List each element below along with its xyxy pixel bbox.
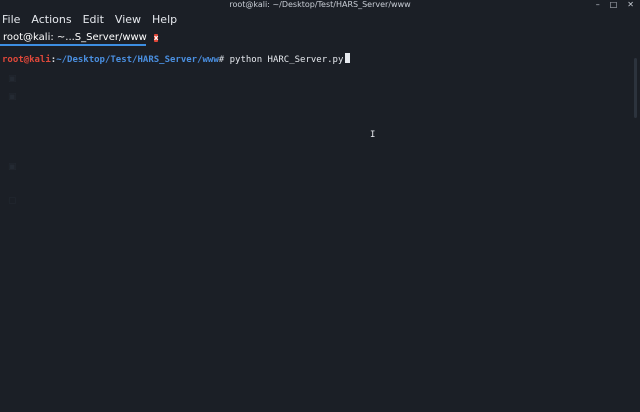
active-tab-indicator bbox=[0, 44, 146, 46]
maximize-icon[interactable]: □ bbox=[610, 0, 618, 9]
close-icon[interactable]: ✕ bbox=[627, 0, 634, 9]
minimize-icon[interactable]: – bbox=[596, 0, 600, 9]
window-controls: – □ ✕ bbox=[596, 0, 634, 9]
ghost-desktop-item: ▣ bbox=[8, 74, 17, 84]
menu-file[interactable]: File bbox=[2, 12, 20, 28]
text-cursor bbox=[345, 53, 351, 63]
menu-actions[interactable]: Actions bbox=[31, 12, 71, 28]
scrollbar-thumb[interactable] bbox=[634, 58, 637, 118]
terminal-output[interactable]: ▣ ▣ ▣ ▢ root@kali:~/Desktop/Test/HARS_Se… bbox=[0, 50, 640, 412]
ghost-desktop-item: ▢ bbox=[8, 196, 17, 206]
menu-edit[interactable]: Edit bbox=[83, 12, 104, 28]
menu-bar: File Actions Edit View Help bbox=[2, 12, 177, 28]
ghost-desktop-item: ▣ bbox=[8, 162, 17, 172]
ghost-desktop-item: ▣ bbox=[8, 92, 17, 102]
terminal-tab[interactable]: root@kali: ~...S_Server/www x bbox=[0, 30, 159, 45]
command-text: python HARC_Server.py bbox=[229, 55, 344, 65]
command-line: root@kali:~/Desktop/Test/HARS_Server/www… bbox=[2, 53, 351, 65]
menu-view[interactable]: View bbox=[115, 12, 141, 28]
prompt-symbol: # bbox=[218, 55, 230, 65]
tab-close-icon[interactable]: x bbox=[153, 33, 159, 42]
tab-bar: root@kali: ~...S_Server/www x bbox=[0, 30, 640, 46]
tab-label: root@kali: ~...S_Server/www bbox=[3, 32, 147, 43]
mouse-ibeam-icon: I bbox=[370, 130, 376, 140]
prompt-user: root@kali bbox=[2, 55, 51, 65]
menu-help[interactable]: Help bbox=[152, 12, 177, 28]
window-title: root@kali: ~/Desktop/Test/HARS_Server/ww… bbox=[229, 0, 411, 9]
prompt-path: ~/Desktop/Test/HARS_Server/www bbox=[56, 55, 219, 65]
